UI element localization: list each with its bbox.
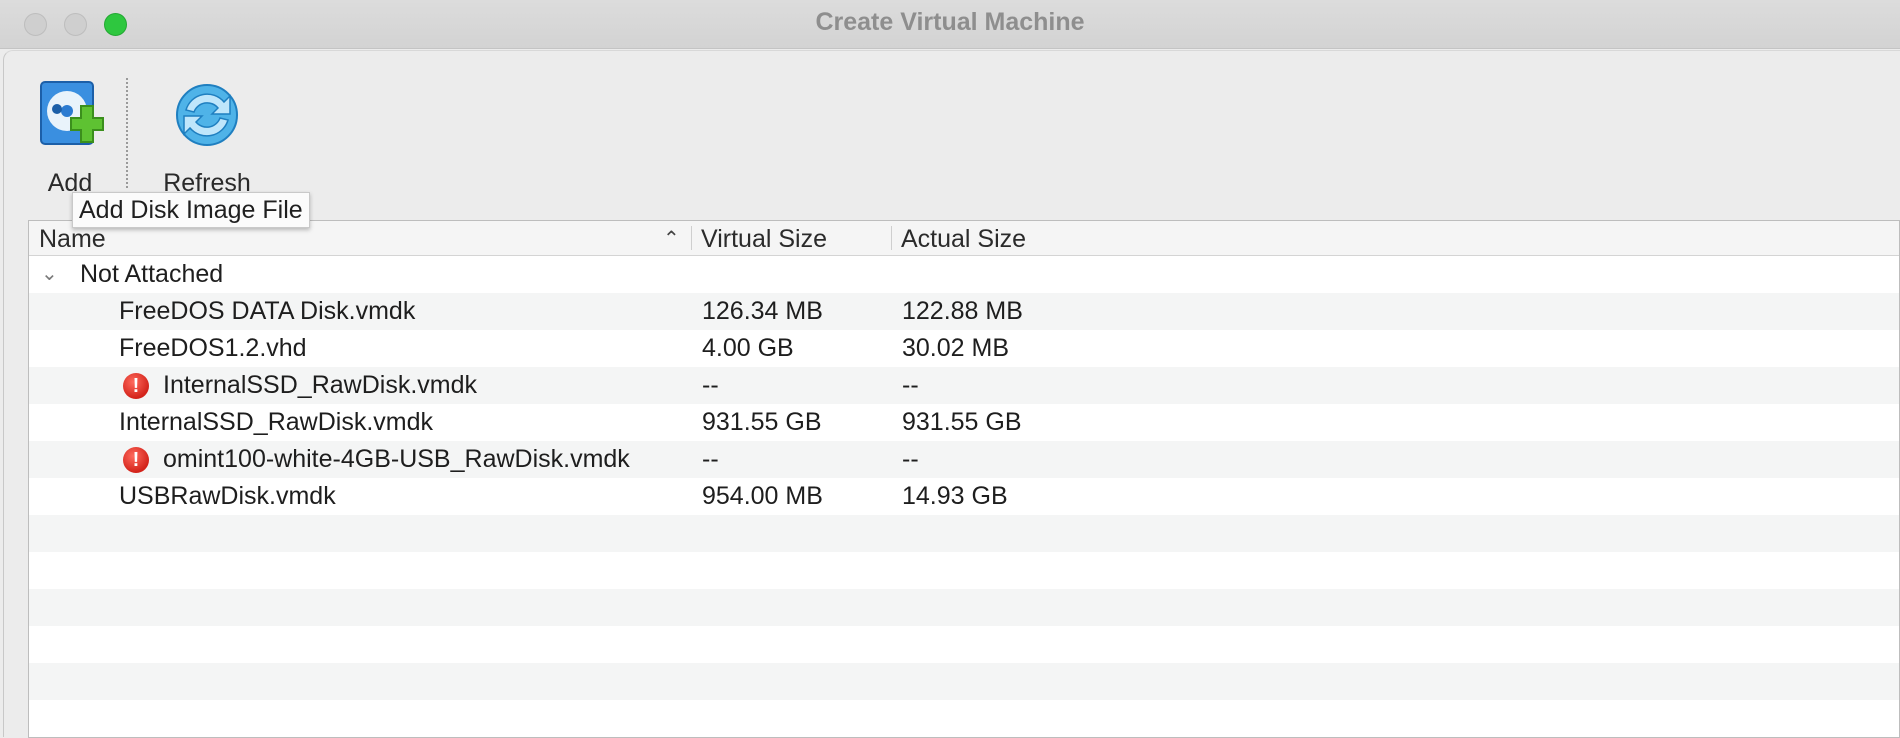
group-label: Not Attached bbox=[80, 260, 224, 288]
empty-row bbox=[29, 663, 1899, 700]
add-disk-button[interactable]: Add bbox=[30, 80, 110, 198]
disk-name: InternalSSD_RawDisk.vmdk bbox=[119, 408, 433, 436]
refresh-icon bbox=[152, 80, 262, 155]
actual-size: 122.88 MB bbox=[902, 297, 1023, 325]
column-divider[interactable] bbox=[891, 226, 892, 250]
actual-size: 30.02 MB bbox=[902, 334, 1010, 362]
actual-size: -- bbox=[902, 371, 919, 399]
virtual-size: -- bbox=[702, 445, 719, 473]
empty-row bbox=[29, 626, 1899, 663]
table-row[interactable]: FreeDOS DATA Disk.vmdk 126.34 MB 122.88 … bbox=[29, 293, 1899, 330]
disk-name: FreeDOS1.2.vhd bbox=[119, 334, 307, 362]
refresh-button[interactable]: Refresh bbox=[152, 80, 262, 198]
actual-size: 931.55 GB bbox=[902, 408, 1022, 436]
column-header-virtual-size[interactable]: Virtual Size bbox=[701, 221, 827, 255]
virtual-size: 931.55 GB bbox=[702, 408, 822, 436]
table-row[interactable]: InternalSSD_RawDisk.vmdk 931.55 GB 931.5… bbox=[29, 404, 1899, 441]
empty-row bbox=[29, 515, 1899, 552]
toolbar-separator bbox=[126, 78, 128, 188]
table-row[interactable]: USBRawDisk.vmdk 954.00 MB 14.93 GB bbox=[29, 478, 1899, 515]
disk-name: InternalSSD_RawDisk.vmdk bbox=[163, 371, 477, 399]
actual-size: 14.93 GB bbox=[902, 482, 1008, 510]
disk-add-icon bbox=[30, 80, 110, 155]
disk-name: USBRawDisk.vmdk bbox=[119, 482, 336, 510]
actual-size: -- bbox=[902, 445, 919, 473]
error-icon: ! bbox=[123, 447, 149, 473]
disk-table: Name ⌃ Virtual Size Actual Size ⌄ Not At… bbox=[28, 220, 1900, 738]
title-bar: Create Virtual Machine bbox=[0, 0, 1900, 49]
sort-ascending-icon[interactable]: ⌃ bbox=[663, 221, 680, 257]
window-title: Create Virtual Machine bbox=[815, 8, 1085, 36]
group-row-not-attached[interactable]: ⌄ Not Attached bbox=[29, 256, 1899, 293]
table-row[interactable]: FreeDOS1.2.vhd 4.00 GB 30.02 MB bbox=[29, 330, 1899, 367]
table-row[interactable]: ! InternalSSD_RawDisk.vmdk -- -- bbox=[29, 367, 1899, 404]
chevron-down-icon[interactable]: ⌄ bbox=[41, 256, 58, 293]
error-icon: ! bbox=[123, 373, 149, 399]
create-vm-window: Create Virtual Machine Add Refresh Add D… bbox=[0, 0, 1900, 738]
virtual-size: 4.00 GB bbox=[702, 334, 794, 362]
empty-row bbox=[29, 589, 1899, 626]
virtual-size: 954.00 MB bbox=[702, 482, 823, 510]
column-header-actual-size[interactable]: Actual Size bbox=[901, 221, 1026, 255]
disk-name: omint100-white-4GB-USB_RawDisk.vmdk bbox=[163, 445, 630, 473]
empty-row bbox=[29, 700, 1899, 737]
add-disk-tooltip: Add Disk Image File bbox=[72, 192, 310, 228]
disk-name: FreeDOS DATA Disk.vmdk bbox=[119, 297, 416, 325]
empty-row bbox=[29, 552, 1899, 589]
table-row[interactable]: ! omint100-white-4GB-USB_RawDisk.vmdk --… bbox=[29, 441, 1899, 478]
virtual-size: 126.34 MB bbox=[702, 297, 823, 325]
column-divider[interactable] bbox=[691, 226, 692, 250]
virtual-size: -- bbox=[702, 371, 719, 399]
